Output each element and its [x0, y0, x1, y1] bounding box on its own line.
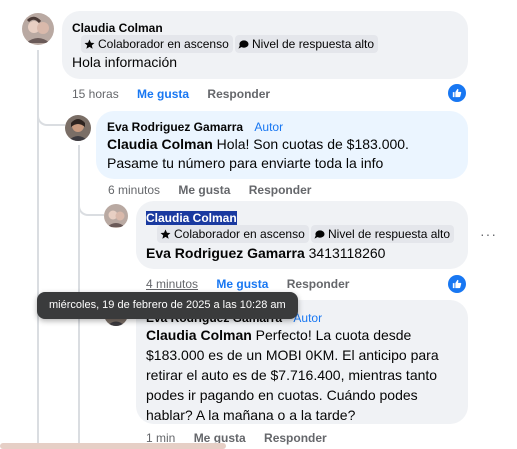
- author-tag: Autor: [293, 311, 323, 325]
- mention-link[interactable]: Eva Rodriguez Gamarra: [146, 245, 305, 261]
- comment-author-name[interactable]: Claudia Colman: [146, 211, 237, 225]
- like-reaction-icon[interactable]: [448, 275, 466, 293]
- comment-bubble: Eva Rodriguez Gamarra Autor Claudia Colm…: [96, 111, 468, 179]
- like-link[interactable]: Me gusta: [178, 183, 230, 197]
- badge-high-response: Nivel de respuesta alto: [235, 35, 379, 53]
- badge-label: Colaborador en ascenso: [174, 227, 305, 241]
- badge-label: Colaborador en ascenso: [98, 37, 229, 51]
- reply-link[interactable]: Responder: [249, 183, 312, 197]
- comment-text: Claudia Colman Hola! Son cuotas de $183.…: [107, 135, 462, 173]
- thread-branch: [37, 108, 65, 126]
- avatar[interactable]: [65, 115, 91, 141]
- avatar[interactable]: [104, 204, 128, 228]
- badge-high-response: Nivel de respuesta alto: [311, 225, 455, 243]
- comment-actions: 6 minutos Me gusta Responder: [108, 183, 326, 197]
- comment-author-line: Eva Rodriguez Gamarra Autor: [107, 120, 283, 134]
- avatar[interactable]: [22, 13, 54, 45]
- comment-timestamp[interactable]: 6 minutos: [108, 183, 160, 197]
- more-options-icon[interactable]: ···: [480, 226, 497, 242]
- badge-rising-contributor: Colaborador en ascenso: [81, 35, 233, 53]
- speech-bubble-icon: [314, 229, 325, 239]
- badge-rising-contributor: Colaborador en ascenso: [157, 225, 309, 243]
- author-tag: Autor: [254, 120, 284, 134]
- comment-text: Eva Rodriguez Gamarra 3413118260: [146, 244, 461, 263]
- timestamp-tooltip: miércoles, 19 de febrero de 2025 a las 1…: [37, 292, 298, 319]
- comment-actions: 4 minutos Me gusta Responder: [146, 277, 364, 291]
- reply-link[interactable]: Responder: [207, 87, 270, 101]
- comment-author-name[interactable]: Eva Rodriguez Gamarra: [107, 120, 243, 134]
- like-reaction-icon[interactable]: [448, 84, 466, 102]
- star-icon: [160, 229, 171, 239]
- like-link[interactable]: Me gusta: [216, 277, 268, 291]
- reply-link[interactable]: Responder: [264, 431, 327, 445]
- mention-link[interactable]: Claudia Colman: [107, 136, 213, 152]
- reply-link[interactable]: Responder: [287, 277, 350, 291]
- comment-text: Hola información: [72, 54, 178, 70]
- star-icon: [84, 39, 95, 49]
- badge-label: Nivel de respuesta alto: [252, 37, 375, 51]
- scroll-shadow: [0, 443, 226, 449]
- comment-body: 3413118260: [304, 245, 386, 261]
- badge-label: Nivel de respuesta alto: [328, 227, 451, 241]
- comment-actions: 15 horas Me gusta Responder: [72, 87, 285, 101]
- like-link[interactable]: Me gusta: [137, 87, 189, 101]
- comment-timestamp[interactable]: 15 horas: [72, 87, 119, 101]
- comment-text: Claudia Colman Perfecto! La cuota desde …: [146, 325, 446, 425]
- speech-bubble-icon: [238, 39, 249, 49]
- mention-link[interactable]: Claudia Colman: [146, 327, 252, 343]
- comment-timestamp[interactable]: 4 minutos: [146, 277, 198, 291]
- comment-bubble: Claudia Colman Colaborador en ascenso Ni…: [136, 201, 468, 269]
- comment-author-name[interactable]: Claudia Colman: [72, 21, 163, 35]
- thread-branch-2: [78, 198, 104, 216]
- comment-bubble: Claudia Colman Colaborador en ascenso Ni…: [62, 11, 468, 79]
